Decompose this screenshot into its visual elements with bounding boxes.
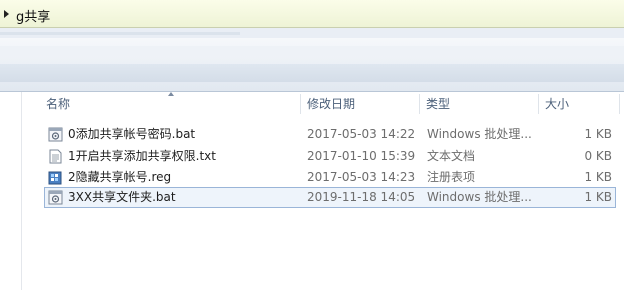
- batch-file-icon: [48, 190, 63, 205]
- sort-ascending-icon: [168, 92, 174, 96]
- file-date: 2017-01-10 15:39: [307, 149, 416, 163]
- column-header-type[interactable]: 类型: [420, 92, 538, 116]
- file-name: 3XX共享文件夹.bat: [68, 190, 176, 204]
- registry-file-icon: [48, 171, 62, 185]
- file-date: 2019-11-18 14:05: [307, 190, 416, 204]
- navigation-pane: [0, 92, 22, 290]
- file-type: Windows 批处理...: [427, 127, 532, 141]
- file-size: 1 KB: [584, 190, 612, 204]
- search-band: [0, 28, 624, 38]
- file-row[interactable]: 0添加共享帐号密码.bat 2017-05-03 14:22 Windows 批…: [44, 124, 616, 145]
- file-type: 文本文档: [427, 149, 476, 163]
- file-type: Windows 批处理...: [427, 190, 532, 204]
- file-row[interactable]: 1开启共享添加共享权限.txt 2017-01-10 15:39 文本文档 0 …: [44, 146, 616, 167]
- file-name: 0添加共享帐号密码.bat: [68, 127, 196, 141]
- column-header-size[interactable]: 大小: [539, 92, 619, 116]
- address-path[interactable]: g共享: [16, 6, 50, 25]
- file-name: 2隐藏共享帐号.reg: [68, 170, 172, 184]
- file-date: 2017-05-03 14:22: [307, 127, 416, 141]
- file-date: 2017-05-03 14:23: [307, 170, 416, 184]
- file-size: 1 KB: [584, 127, 612, 141]
- text-file-icon: [49, 149, 62, 164]
- file-size: 1 KB: [584, 170, 612, 184]
- batch-file-icon: [48, 127, 63, 142]
- file-type: 注册表项: [427, 170, 476, 184]
- command-toolbar: [0, 38, 624, 92]
- file-row-selected[interactable]: 3XX共享文件夹.bat 2019-11-18 14:05 Windows 批处…: [44, 187, 616, 208]
- file-row[interactable]: 2隐藏共享帐号.reg 2017-05-03 14:23 注册表项 1 KB: [44, 167, 616, 188]
- expand-arrow-icon[interactable]: [4, 10, 9, 18]
- file-name: 1开启共享添加共享权限.txt: [68, 149, 216, 163]
- column-header-date[interactable]: 修改日期: [301, 92, 419, 116]
- column-header: 名称 修改日期 类型 大小: [40, 92, 624, 116]
- file-size: 0 KB: [584, 149, 612, 163]
- address-bar[interactable]: g共享: [0, 0, 624, 28]
